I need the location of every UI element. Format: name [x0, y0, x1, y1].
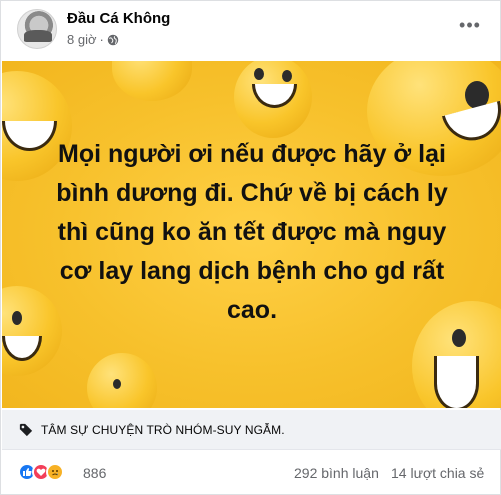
post-card: Đầu Cá Không 8 giờ · ••• Mọi người ơi nế…	[0, 0, 501, 495]
more-options-button[interactable]: •••	[457, 16, 483, 37]
group-tag-bar[interactable]: TÂM SỰ CHUYỆN TRÒ NHÓM-SUY NGẪM.	[2, 410, 501, 450]
sad-icon	[46, 463, 64, 481]
post-meta: 8 giờ ·	[67, 32, 119, 47]
avatar[interactable]	[17, 9, 57, 49]
reactions-summary[interactable]	[18, 463, 64, 481]
post-text: Mọi người ơi nếu được hãy ở lại bình dươ…	[56, 140, 448, 324]
reaction-count[interactable]: 886	[83, 465, 106, 481]
shares-count[interactable]: 14 lượt chia sẻ	[391, 465, 484, 481]
post-stats: 886 292 bình luận 14 lượt chia sẻ	[1, 459, 501, 489]
group-tag-label[interactable]: TÂM SỰ CHUYỆN TRÒ NHÓM-SUY NGẪM.	[41, 423, 285, 437]
smiley-decoration	[234, 61, 312, 138]
smiley-decoration	[87, 353, 157, 408]
globe-icon	[107, 34, 119, 45]
post-image[interactable]: Mọi người ơi nếu được hãy ở lại bình dươ…	[2, 61, 501, 408]
post-time[interactable]: 8 giờ	[67, 32, 97, 47]
smiley-decoration	[112, 61, 192, 101]
comments-count[interactable]: 292 bình luận	[294, 465, 379, 481]
author-name[interactable]: Đầu Cá Không	[67, 10, 170, 27]
tag-icon	[19, 423, 33, 436]
post-header: Đầu Cá Không 8 giờ · •••	[1, 1, 501, 61]
